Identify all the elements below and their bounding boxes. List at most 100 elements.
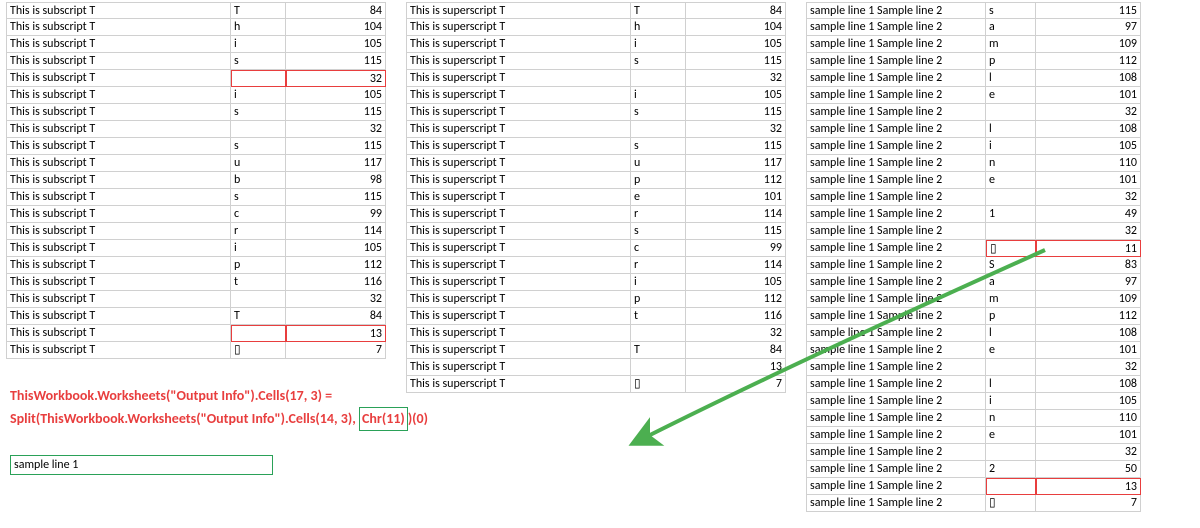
cell-char[interactable]: m bbox=[986, 36, 1036, 53]
cell-char[interactable] bbox=[986, 359, 1036, 376]
cell-num[interactable]: 110 bbox=[1036, 155, 1141, 172]
cell-char[interactable] bbox=[231, 70, 286, 87]
cell-char[interactable]: u bbox=[231, 155, 286, 172]
cell-char[interactable]: s bbox=[231, 104, 286, 121]
cell-desc[interactable]: sample line 1 Sample line 2 bbox=[806, 36, 986, 53]
cell-char[interactable]: s bbox=[631, 223, 686, 240]
cell-num[interactable]: 116 bbox=[686, 308, 786, 325]
table-row[interactable]: sample line 1 Sample line 2l108 bbox=[806, 325, 1141, 342]
cell-desc[interactable]: This is subscript T bbox=[6, 223, 231, 240]
table-row[interactable]: sample line 1 Sample line 2s115 bbox=[806, 2, 1141, 19]
cell-desc[interactable]: This is subscript T bbox=[6, 121, 231, 138]
table-row[interactable]: This is superscript Te101 bbox=[406, 189, 786, 206]
cell-char[interactable]: p bbox=[231, 257, 286, 274]
cell-char[interactable]: ▯ bbox=[986, 495, 1036, 512]
cell-desc[interactable]: This is superscript T bbox=[406, 376, 631, 393]
table-row[interactable]: sample line 1 Sample line 2m109 bbox=[806, 36, 1141, 53]
table-row[interactable]: This is superscript T32 bbox=[406, 70, 786, 87]
cell-desc[interactable]: sample line 1 Sample line 2 bbox=[806, 495, 986, 512]
cell-num[interactable]: 112 bbox=[686, 291, 786, 308]
table-row[interactable]: This is superscript Tc99 bbox=[406, 240, 786, 257]
table-row[interactable]: sample line 1 Sample line 2▯7 bbox=[806, 495, 1141, 512]
cell-num[interactable]: 105 bbox=[1036, 138, 1141, 155]
table-row[interactable]: sample line 1 Sample line 232 bbox=[806, 359, 1141, 376]
cell-num[interactable]: 109 bbox=[1036, 291, 1141, 308]
table-row[interactable]: sample line 1 Sample line 2e101 bbox=[806, 427, 1141, 444]
cell-char[interactable]: e bbox=[986, 427, 1036, 444]
cell-desc[interactable]: This is superscript T bbox=[406, 172, 631, 189]
cell-desc[interactable]: sample line 1 Sample line 2 bbox=[806, 172, 986, 189]
cell-desc[interactable]: This is superscript T bbox=[406, 342, 631, 359]
cell-char[interactable]: 1 bbox=[986, 206, 1036, 223]
cell-num[interactable]: 117 bbox=[686, 155, 786, 172]
cell-desc[interactable]: This is superscript T bbox=[406, 223, 631, 240]
cell-char[interactable]: p bbox=[631, 291, 686, 308]
cell-num[interactable]: 104 bbox=[686, 19, 786, 36]
cell-char[interactable]: p bbox=[986, 53, 1036, 70]
cell-num[interactable]: 110 bbox=[1036, 410, 1141, 427]
cell-char[interactable]: ▯ bbox=[631, 376, 686, 393]
cell-char[interactable]: t bbox=[631, 308, 686, 325]
cell-desc[interactable]: This is subscript T bbox=[6, 19, 231, 36]
table-row[interactable]: sample line 1 Sample line 2e101 bbox=[806, 342, 1141, 359]
cell-num[interactable]: 105 bbox=[686, 36, 786, 53]
table-row[interactable]: This is superscript Ts115 bbox=[406, 53, 786, 70]
cell-char[interactable] bbox=[986, 189, 1036, 206]
cell-num[interactable]: 49 bbox=[1036, 206, 1141, 223]
table-row[interactable]: This is subscript Th104 bbox=[6, 19, 386, 36]
table-row[interactable]: This is subscript T▯7 bbox=[6, 342, 386, 359]
table-row[interactable]: This is subscript Ti105 bbox=[6, 87, 386, 104]
cell-desc[interactable]: This is superscript T bbox=[406, 325, 631, 342]
cell-num[interactable]: 13 bbox=[286, 325, 386, 342]
cell-num[interactable]: 112 bbox=[1036, 53, 1141, 70]
cell-num[interactable]: 112 bbox=[686, 172, 786, 189]
cell-num[interactable]: 114 bbox=[286, 223, 386, 240]
cell-num[interactable]: 50 bbox=[1036, 461, 1141, 478]
cell-char[interactable]: i bbox=[231, 240, 286, 257]
cell-num[interactable]: 32 bbox=[286, 291, 386, 308]
cell-char[interactable]: 2 bbox=[986, 461, 1036, 478]
cell-char[interactable]: s bbox=[231, 189, 286, 206]
cell-num[interactable]: 115 bbox=[686, 104, 786, 121]
cell-desc[interactable]: This is superscript T bbox=[406, 359, 631, 376]
cell-num[interactable]: 112 bbox=[1036, 308, 1141, 325]
cell-desc[interactable]: This is superscript T bbox=[406, 257, 631, 274]
cell-desc[interactable]: sample line 1 Sample line 2 bbox=[806, 70, 986, 87]
table-row[interactable]: sample line 1 Sample line 2e101 bbox=[806, 87, 1141, 104]
table-row[interactable]: This is superscript Tr114 bbox=[406, 257, 786, 274]
cell-desc[interactable]: This is superscript T bbox=[406, 206, 631, 223]
table-row[interactable]: This is subscript TT84 bbox=[6, 308, 386, 325]
cell-char[interactable]: i bbox=[986, 138, 1036, 155]
table-row[interactable]: This is superscript T32 bbox=[406, 121, 786, 138]
cell-desc[interactable]: This is superscript T bbox=[406, 155, 631, 172]
cell-num[interactable]: 7 bbox=[1036, 495, 1141, 512]
table-row[interactable]: sample line 1 Sample line 232 bbox=[806, 444, 1141, 461]
cell-desc[interactable]: sample line 1 Sample line 2 bbox=[806, 325, 986, 342]
cell-num[interactable]: 115 bbox=[686, 138, 786, 155]
cell-desc[interactable]: sample line 1 Sample line 2 bbox=[806, 53, 986, 70]
table-row[interactable]: This is subscript Tu117 bbox=[6, 155, 386, 172]
cell-char[interactable]: b bbox=[231, 172, 286, 189]
cell-char[interactable]: T bbox=[231, 308, 286, 325]
cell-desc[interactable]: sample line 1 Sample line 2 bbox=[806, 104, 986, 121]
cell-desc[interactable]: This is subscript T bbox=[6, 206, 231, 223]
cell-num[interactable]: 109 bbox=[1036, 36, 1141, 53]
cell-desc[interactable]: This is subscript T bbox=[6, 104, 231, 121]
cell-num[interactable]: 101 bbox=[1036, 87, 1141, 104]
cell-char[interactable]: p bbox=[986, 308, 1036, 325]
cell-desc[interactable]: sample line 1 Sample line 2 bbox=[806, 427, 986, 444]
cell-desc[interactable]: sample line 1 Sample line 2 bbox=[806, 393, 986, 410]
cell-desc[interactable]: sample line 1 Sample line 2 bbox=[806, 87, 986, 104]
cell-num[interactable]: 98 bbox=[286, 172, 386, 189]
cell-char[interactable]: T bbox=[631, 2, 686, 19]
table-row[interactable]: This is superscript Th104 bbox=[406, 19, 786, 36]
cell-desc[interactable]: This is subscript T bbox=[6, 2, 231, 19]
cell-char[interactable]: ▯ bbox=[986, 240, 1036, 257]
cell-char[interactable] bbox=[986, 478, 1036, 495]
cell-char[interactable]: i bbox=[231, 87, 286, 104]
table-row[interactable]: sample line 1 Sample line 2a97 bbox=[806, 19, 1141, 36]
table-row[interactable]: This is superscript TT84 bbox=[406, 342, 786, 359]
cell-desc[interactable]: sample line 1 Sample line 2 bbox=[806, 359, 986, 376]
cell-num[interactable]: 108 bbox=[1036, 121, 1141, 138]
cell-num[interactable]: 101 bbox=[1036, 172, 1141, 189]
